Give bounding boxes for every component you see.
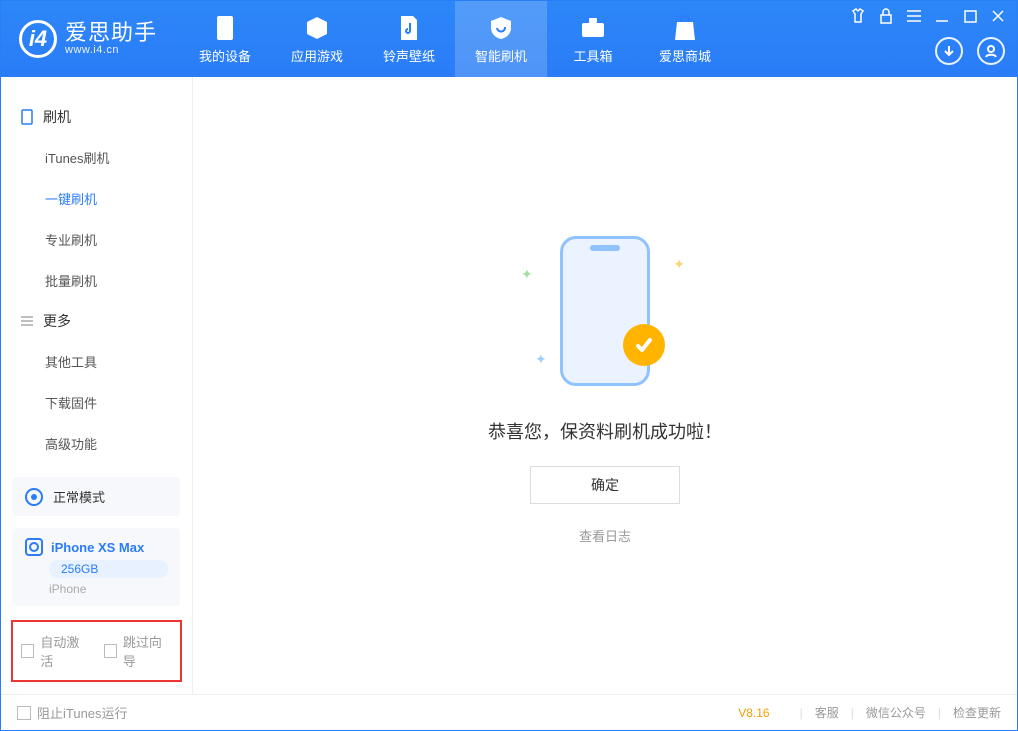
wechat-link[interactable]: 微信公众号 (866, 704, 926, 721)
device-small-icon (25, 538, 43, 556)
bag-icon (671, 14, 699, 42)
nav-my-device[interactable]: 我的设备 (179, 1, 271, 77)
version-label: V8.16 (738, 706, 769, 720)
sidebar-item-pro[interactable]: 专业刷机 (1, 219, 192, 260)
success-message: 恭喜您，保资料刷机成功啦！ (488, 418, 722, 444)
lock-icon[interactable] (877, 7, 895, 25)
ok-button[interactable]: 确定 (530, 466, 680, 504)
app-window: i4 爱思助手 www.i4.cn 我的设备 应用游戏 铃声壁纸 智能刷机 (0, 0, 1018, 731)
sidebar-item-itunes[interactable]: iTunes刷机 (1, 137, 192, 178)
checkbox-skip-guide[interactable]: 跳过向导 (104, 632, 173, 670)
checkbox-icon (21, 644, 34, 658)
sparkle-icon: ✦ (521, 266, 533, 283)
list-icon (19, 313, 35, 329)
sidebar-item-oneclick[interactable]: 一键刷机 (1, 178, 192, 219)
header-right-actions (935, 37, 1005, 65)
logo: i4 爱思助手 www.i4.cn (1, 1, 179, 77)
device-icon (211, 14, 239, 42)
app-domain: www.i4.cn (65, 44, 157, 56)
checkbox-icon (104, 644, 117, 658)
header: i4 爱思助手 www.i4.cn 我的设备 应用游戏 铃声壁纸 智能刷机 (1, 1, 1017, 77)
nav-apps-games[interactable]: 应用游戏 (271, 1, 363, 77)
support-link[interactable]: 客服 (815, 704, 839, 721)
shirt-icon[interactable] (849, 7, 867, 25)
footer: 阻止iTunes运行 V8.16 | 客服 | 微信公众号 | 检查更新 (1, 694, 1017, 730)
highlighted-checkbox-row: 自动激活 跳过向导 (11, 620, 182, 682)
device-box[interactable]: iPhone XS Max 256GB iPhone (13, 528, 180, 606)
sidebar-item-advanced[interactable]: 高级功能 (1, 423, 192, 464)
menu-icon[interactable] (905, 7, 923, 25)
minimize-icon[interactable] (933, 7, 951, 25)
nav-ringtones[interactable]: 铃声壁纸 (363, 1, 455, 77)
footer-links: | 客服 | 微信公众号 | 检查更新 (788, 704, 1001, 721)
logo-icon: i4 (19, 20, 57, 58)
refresh-shield-icon (487, 14, 515, 42)
phone-icon (19, 109, 35, 125)
sidebar-header-flash: 刷机 (1, 97, 192, 137)
device-sub: iPhone (49, 582, 168, 596)
download-button[interactable] (935, 37, 963, 65)
sidebar-header-more: 更多 (1, 301, 192, 341)
sidebar-item-download-fw[interactable]: 下载固件 (1, 382, 192, 423)
checkbox-icon (17, 706, 31, 720)
mode-icon (25, 488, 43, 506)
update-link[interactable]: 检查更新 (953, 704, 1001, 721)
view-log-link[interactable]: 查看日志 (579, 526, 631, 545)
mode-box[interactable]: 正常模式 (13, 477, 180, 516)
nav-store[interactable]: 爱思商城 (639, 1, 731, 77)
sparkle-icon: ✦ (673, 256, 685, 273)
checkmark-badge-icon (623, 324, 665, 366)
checkbox-block-itunes[interactable]: 阻止iTunes运行 (17, 703, 128, 722)
mode-label: 正常模式 (53, 487, 105, 506)
cube-icon (303, 14, 331, 42)
device-name: iPhone XS Max (51, 540, 144, 555)
music-file-icon (395, 14, 423, 42)
app-name: 爱思助手 (65, 22, 157, 44)
success-illustration: ✦ ✦ ✦ (495, 226, 715, 396)
main-nav: 我的设备 应用游戏 铃声壁纸 智能刷机 工具箱 爱思商城 (179, 1, 731, 77)
sparkle-icon: ✦ (535, 351, 547, 368)
body: 刷机 iTunes刷机 一键刷机 专业刷机 批量刷机 更多 其他工具 下载固件 … (1, 77, 1017, 694)
nav-toolbox[interactable]: 工具箱 (547, 1, 639, 77)
nav-flash[interactable]: 智能刷机 (455, 1, 547, 77)
user-button[interactable] (977, 37, 1005, 65)
main-content: ✦ ✦ ✦ 恭喜您，保资料刷机成功啦！ 确定 查看日志 (193, 77, 1017, 694)
close-icon[interactable] (989, 7, 1007, 25)
maximize-icon[interactable] (961, 7, 979, 25)
device-capacity: 256GB (49, 560, 168, 578)
sidebar-item-other-tools[interactable]: 其他工具 (1, 341, 192, 382)
checkbox-auto-activate[interactable]: 自动激活 (21, 632, 90, 670)
toolbox-icon (579, 14, 607, 42)
window-controls (849, 7, 1007, 25)
sidebar-item-batch[interactable]: 批量刷机 (1, 260, 192, 301)
sidebar: 刷机 iTunes刷机 一键刷机 专业刷机 批量刷机 更多 其他工具 下载固件 … (1, 77, 193, 694)
